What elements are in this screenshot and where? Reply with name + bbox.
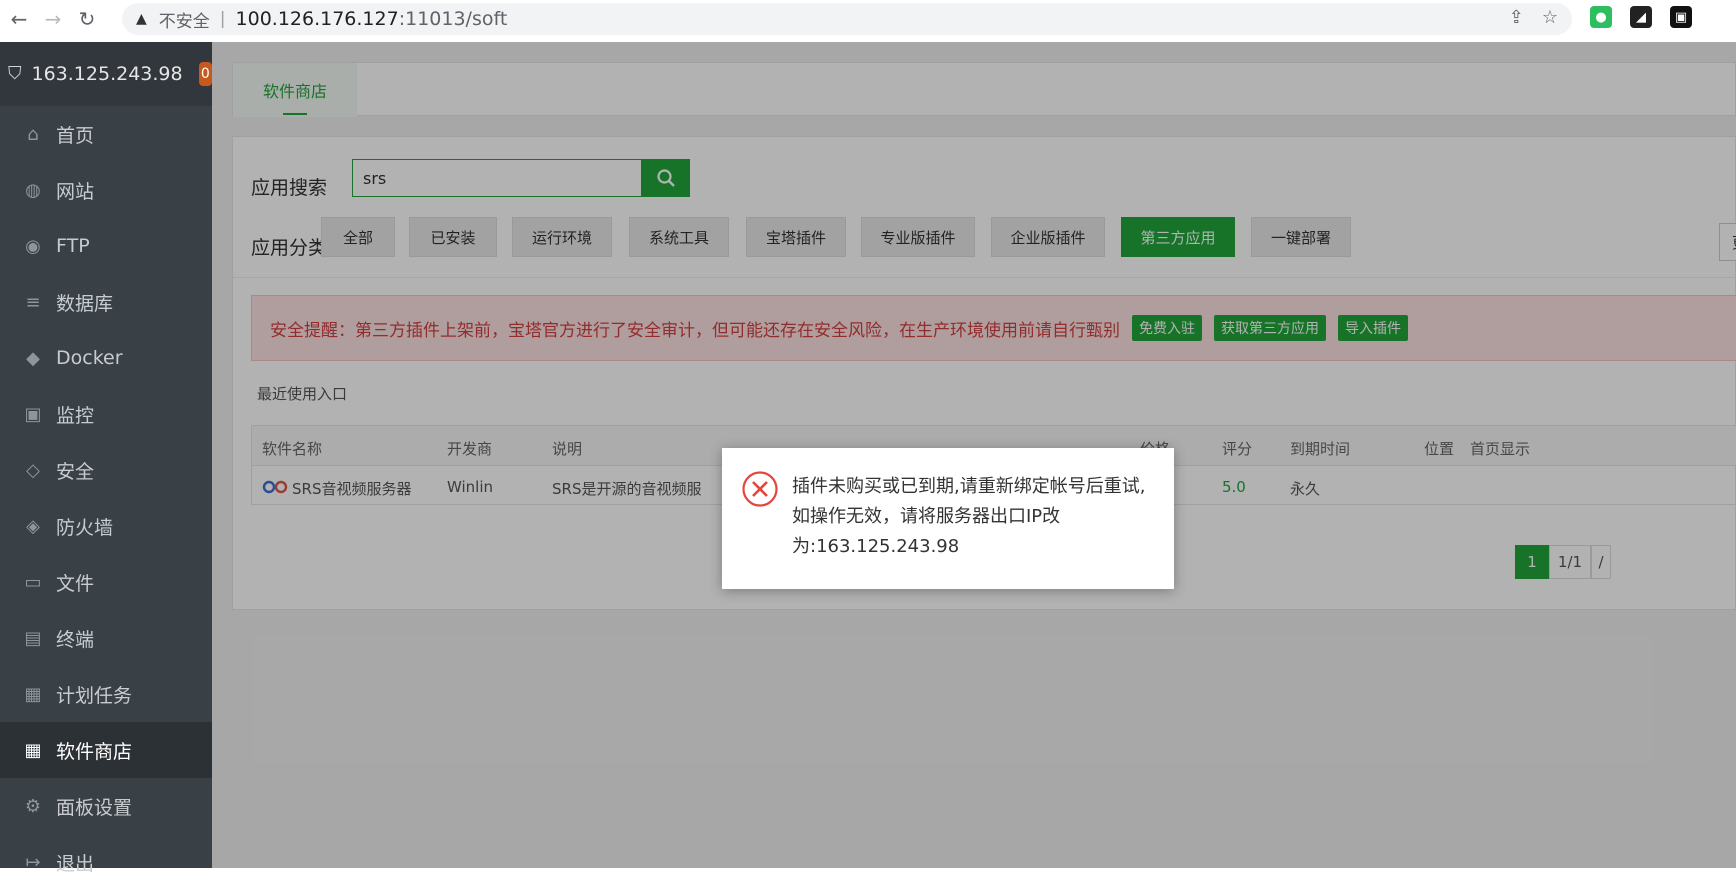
- url-host: 100.126.176.127: [235, 8, 399, 30]
- sidebar-item-2[interactable]: ◉ FTP: [0, 218, 212, 274]
- sidebar-item-0[interactable]: ⌂ 首页: [0, 106, 212, 162]
- sidebar-item-label: 网站: [56, 180, 95, 203]
- share-icon[interactable]: ⇪: [1509, 7, 1524, 28]
- error-circle-icon: [742, 471, 778, 507]
- sidebar-item-3[interactable]: ≡ 数据库: [0, 274, 212, 330]
- back-arrow-icon[interactable]: ←: [4, 4, 34, 34]
- firewall-icon: ◈: [26, 515, 40, 537]
- insecure-label: 不安全: [158, 11, 210, 32]
- sidebar-item-4[interactable]: ◆ Docker: [0, 330, 212, 386]
- sidebar-item-1[interactable]: ◍ 网站: [0, 162, 212, 218]
- glasses-extension-icon[interactable]: ▣: [1670, 6, 1692, 28]
- database-icon: ≡: [25, 291, 41, 313]
- sidebar-header: ⛉ 163.125.243.98 0: [0, 42, 212, 106]
- sidebar-item-13[interactable]: ↦ 退出: [0, 834, 212, 890]
- sidebar-item-label: 数据库: [56, 292, 114, 315]
- sidebar-item-label: 文件: [56, 572, 95, 595]
- globe-icon: ◍: [25, 179, 41, 201]
- send-extension-icon[interactable]: ◢: [1630, 6, 1652, 28]
- extensions: ● ◢ ▣: [1590, 6, 1692, 28]
- sidebar-item-label: 终端: [56, 628, 95, 651]
- monitor-icon: ▣: [24, 403, 42, 425]
- address-bar[interactable]: ▲ 不安全 | 100.126.176.127:11013/soft ⇪ ☆: [122, 3, 1572, 35]
- sidebar-item-label: 退出: [56, 852, 95, 875]
- terminal-icon: ▤: [24, 627, 42, 649]
- sidebar-item-9[interactable]: ▤ 终端: [0, 610, 212, 666]
- address-separator: |: [219, 9, 226, 29]
- sidebar-item-label: 面板设置: [56, 796, 133, 819]
- notification-badge[interactable]: 0: [198, 62, 212, 86]
- sidebar-menu: ⌂ 首页 ◍ 网站 ◉ FTP ≡ 数据库 ◆ Docker ▣ 监控 ◇ 安全 ◈ 防火墙 ▭ 文件 ▤ 终端 ▦ 计划…: [0, 106, 212, 890]
- sidebar-item-label: 软件商店: [56, 740, 133, 763]
- reload-icon[interactable]: ↻: [72, 4, 102, 34]
- sidebar-item-5[interactable]: ▣ 监控: [0, 386, 212, 442]
- sidebar-item-7[interactable]: ◈ 防火墙: [0, 498, 212, 554]
- server-ip: 163.125.243.98: [31, 63, 183, 85]
- sidebar-item-8[interactable]: ▭ 文件: [0, 554, 212, 610]
- sidebar-item-11[interactable]: ▦ 软件商店: [0, 722, 212, 778]
- sidebar-item-label: 计划任务: [56, 684, 133, 707]
- error-dialog: 插件未购买或已到期,请重新绑定帐号后重试,如操作无效，请将服务器出口IP改为:1…: [722, 448, 1174, 589]
- folder-icon: ▭: [24, 571, 42, 593]
- docker-icon: ◆: [26, 347, 40, 369]
- sidebar-item-label: 安全: [56, 460, 95, 483]
- logout-icon: ↦: [25, 851, 41, 873]
- home-icon: ⌂: [27, 123, 39, 145]
- gear-icon: ⚙: [24, 795, 42, 817]
- ftp-icon: ◉: [25, 235, 41, 257]
- url-port-path: :11013/soft: [398, 8, 508, 30]
- shield-check-icon: ◇: [26, 459, 40, 481]
- warning-triangle-icon: ▲: [136, 11, 147, 27]
- sidebar-item-12[interactable]: ⚙ 面板设置: [0, 778, 212, 834]
- apps-grid-icon: ▦: [24, 739, 42, 761]
- error-message: 插件未购买或已到期,请重新绑定帐号后重试,如操作无效，请将服务器出口IP改为:1…: [792, 476, 1146, 557]
- browser-toolbar: ← → ↻ ▲ 不安全 | 100.126.176.127:11013/soft…: [0, 0, 1736, 38]
- sidebar-item-label: Docker: [56, 347, 123, 369]
- address-actions: ⇪ ☆: [1509, 7, 1558, 28]
- server-shield-icon: ⛉: [8, 63, 22, 84]
- sidebar-item-10[interactable]: ▦ 计划任务: [0, 666, 212, 722]
- sidebar-item-label: 防火墙: [56, 516, 114, 539]
- sidebar-item-label: 监控: [56, 404, 95, 427]
- sidebar: ⛉ 163.125.243.98 0 ⌂ 首页 ◍ 网站 ◉ FTP ≡ 数据库 ◆ Docker…: [0, 42, 212, 875]
- evernote-extension-icon[interactable]: ●: [1590, 6, 1612, 28]
- sidebar-item-label: 首页: [56, 124, 95, 147]
- calendar-icon: ▦: [24, 683, 42, 705]
- sidebar-item-6[interactable]: ◇ 安全: [0, 442, 212, 498]
- sidebar-item-label: FTP: [56, 235, 90, 257]
- star-icon[interactable]: ☆: [1542, 7, 1558, 28]
- forward-arrow-icon[interactable]: →: [38, 4, 68, 34]
